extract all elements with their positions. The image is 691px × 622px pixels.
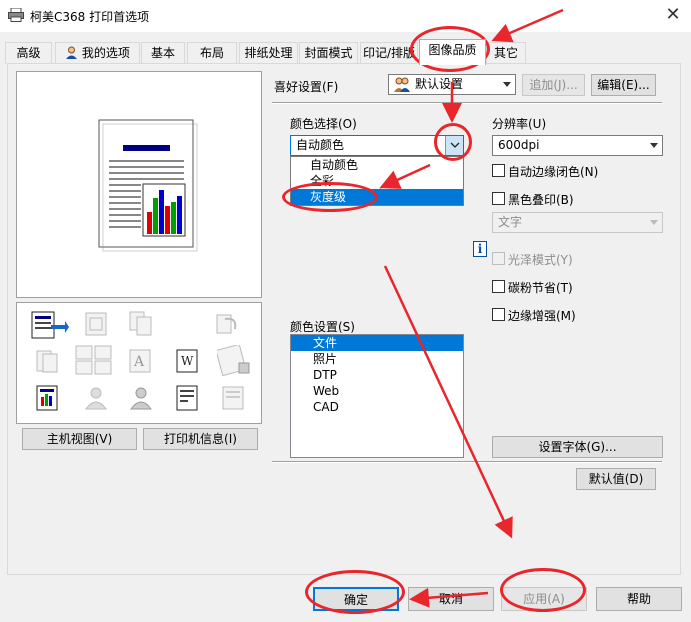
- arrow-to-tab: [491, 8, 564, 43]
- arrow-to-ok: [409, 587, 489, 608]
- annotation-arrows: [379, 8, 564, 608]
- tab-image-quality[interactable]: 图像品质: [419, 39, 486, 65]
- arrow-to-bottom: [383, 265, 513, 539]
- arrow-to-grayscale: [379, 163, 431, 189]
